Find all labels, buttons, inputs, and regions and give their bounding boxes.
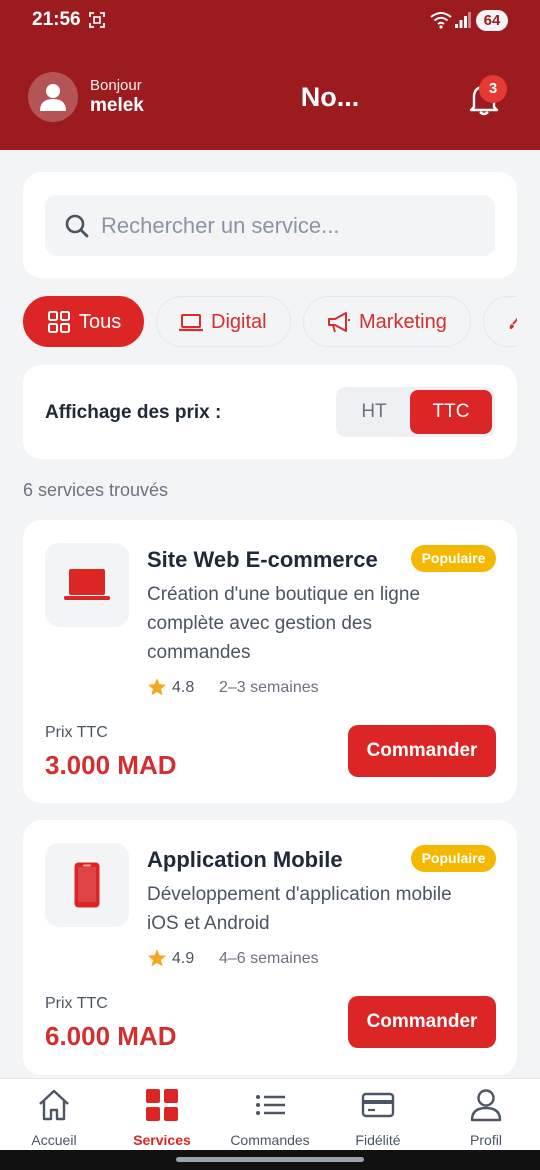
service-rating: 4.9 — [172, 950, 195, 967]
user-icon — [470, 1089, 502, 1122]
service-card[interactable]: Application Mobile Populaire Développeme… — [23, 820, 517, 1075]
bottom-navigation: Accueil Services Commandes Fidélité Prof… — [0, 1078, 540, 1150]
system-gesture-area — [0, 1150, 540, 1170]
page-title: No... — [300, 82, 360, 112]
nav-item-profil[interactable]: Profil — [432, 1079, 540, 1151]
list-icon — [256, 1095, 285, 1115]
search-icon — [65, 214, 89, 238]
filter-chip-digital[interactable]: Digital — [156, 296, 291, 347]
nav-label: Accueil — [31, 1132, 77, 1148]
filter-chip-label: Marketing — [359, 311, 447, 333]
battery-indicator: 64 — [476, 10, 508, 31]
service-meta: 4.8 2–3 semaines — [147, 677, 407, 699]
star-icon — [148, 949, 166, 967]
price-label: Prix TTC — [45, 995, 108, 1012]
service-icon-box — [45, 843, 129, 927]
nav-item-accueil[interactable]: Accueil — [0, 1079, 108, 1151]
star-icon — [148, 678, 166, 696]
nav-label: Commandes — [230, 1132, 310, 1148]
service-price: 6.000 MAD — [45, 1021, 177, 1051]
megaphone-icon — [328, 312, 350, 333]
grid-icon — [48, 311, 70, 333]
service-duration: 2–3 semaines — [219, 679, 319, 696]
toggle-ttc[interactable]: TTC — [410, 390, 492, 434]
service-rating: 4.8 — [172, 679, 195, 696]
popular-badge: Populaire — [411, 545, 496, 572]
category-filters: Tous Digital Marketing — [23, 296, 517, 348]
price-mode-toggle: HT TTC — [336, 387, 495, 437]
nav-item-commandes[interactable]: Commandes — [216, 1079, 324, 1151]
filter-chip-tous[interactable]: Tous — [23, 296, 144, 347]
card-icon — [361, 1092, 395, 1118]
notification-badge: 3 — [479, 75, 507, 103]
order-button[interactable]: Commander — [348, 996, 496, 1048]
service-title: Application Mobile — [147, 847, 343, 872]
filter-chip-design[interactable] — [483, 296, 517, 347]
services-grid-icon — [146, 1089, 178, 1121]
search-input[interactable] — [101, 195, 481, 256]
smartphone-icon — [74, 862, 100, 908]
laptop-icon — [64, 569, 110, 600]
screen-record-icon — [89, 12, 105, 28]
service-description: Développement d'application mobile iOS e… — [147, 884, 452, 934]
app-header: Bonjour melek No... 3 — [0, 40, 540, 150]
laptop-icon — [179, 314, 203, 332]
nav-label: Fidélité — [355, 1132, 401, 1148]
price-label: Prix TTC — [45, 724, 108, 741]
status-time: 21:56 — [32, 9, 81, 30]
filter-chip-label: Digital — [211, 311, 267, 333]
home-icon — [39, 1089, 69, 1121]
signal-icon — [455, 12, 471, 28]
service-meta: 4.9 4–6 semaines — [147, 948, 407, 970]
order-button[interactable]: Commander — [348, 725, 496, 777]
brush-icon — [509, 317, 517, 329]
filter-chip-marketing[interactable]: Marketing — [303, 296, 471, 347]
price-display-card: Affichage des prix : HT TTC — [23, 365, 517, 459]
filter-chip-label: Tous — [79, 311, 122, 333]
price-display-label: Affichage des prix : — [45, 402, 222, 423]
results-count: 6 services trouvés — [23, 480, 169, 500]
search-card — [23, 172, 517, 278]
nav-label: Profil — [470, 1132, 502, 1148]
nav-item-fidelite[interactable]: Fidélité — [324, 1079, 432, 1151]
service-card[interactable]: Site Web E-commerce Populaire Création d… — [23, 520, 517, 803]
popular-badge: Populaire — [411, 845, 496, 872]
nav-item-services[interactable]: Services — [108, 1079, 216, 1151]
toggle-ht[interactable]: HT — [339, 390, 409, 434]
service-icon-box — [45, 543, 129, 627]
service-duration: 4–6 semaines — [219, 950, 319, 967]
service-price: 3.000 MAD — [45, 750, 177, 780]
service-title: Site Web E-commerce — [147, 547, 378, 572]
status-bar: 21:56 64 — [0, 0, 540, 40]
gesture-handle[interactable] — [176, 1157, 364, 1162]
service-description: Création d'une boutique en ligne complèt… — [147, 584, 421, 663]
nav-label: Services — [133, 1132, 191, 1148]
wifi-icon — [430, 12, 452, 29]
search-box — [45, 195, 495, 256]
